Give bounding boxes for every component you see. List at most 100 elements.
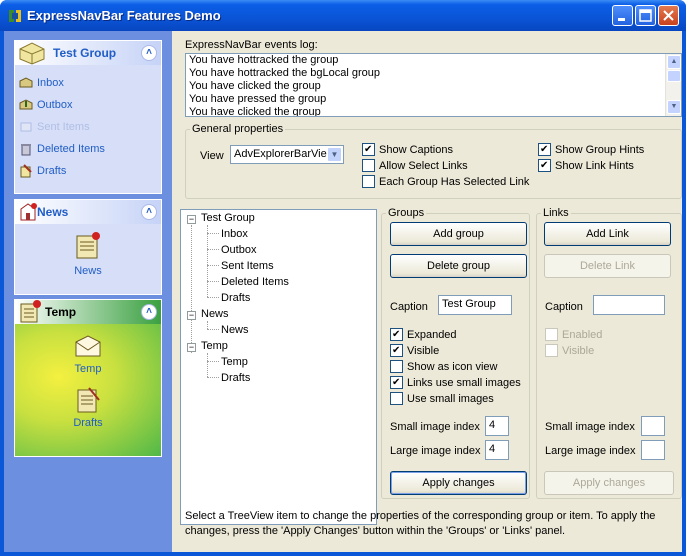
tree-node-temp-item[interactable]: Temp [221, 356, 248, 368]
nav-link-inbox[interactable]: Inbox [19, 75, 64, 91]
nav-link-sent-items: Sent Items [19, 119, 90, 135]
delete-group-button[interactable]: Delete group [390, 254, 527, 278]
apply-link-changes-button[interactable]: Apply changes [544, 471, 674, 495]
show-group-hints-checkbox[interactable]: Show Group Hints [538, 143, 644, 156]
close-icon [663, 10, 674, 21]
tree-node-news-item[interactable]: News [221, 324, 249, 336]
show-captions-checkbox[interactable]: Show Captions [362, 143, 453, 156]
tree-node-news[interactable]: News [201, 308, 229, 320]
client-area: Test Group ˄ Inbox Outbox Sent Items Del… [4, 31, 682, 552]
scroll-down-icon[interactable]: ▼ [667, 100, 681, 114]
nav-link-temp[interactable]: Temp [63, 332, 113, 375]
apply-group-changes-button[interactable]: Apply changes [390, 471, 527, 495]
group-visible-checkbox[interactable]: Visible [390, 344, 439, 357]
link-small-index-label: Small image index [545, 421, 635, 433]
show-link-hints-checkbox[interactable]: Show Link Hints [538, 159, 634, 172]
nav-link-label: Outbox [37, 99, 73, 111]
sent-items-icon [20, 122, 32, 132]
drafts-icon [20, 164, 32, 178]
tree-node-inbox[interactable]: Inbox [221, 228, 248, 240]
log-scrollbar[interactable]: ▲ ▼ [665, 54, 681, 116]
nav-group-body: Temp Drafts [15, 324, 161, 456]
view-label: View [200, 150, 224, 162]
tree-view[interactable]: − Test Group Inbox Outbox Sent Items Del… [180, 209, 377, 525]
expanded-checkbox[interactable]: Expanded [390, 328, 457, 341]
drafts-large-icon [77, 387, 100, 413]
tree-node-drafts[interactable]: Drafts [221, 292, 250, 304]
link-visible-checkbox[interactable]: Visible [545, 344, 594, 357]
scroll-up-icon[interactable]: ▲ [667, 55, 681, 69]
tree-node-sent-items[interactable]: Sent Items [221, 260, 274, 272]
link-enabled-checkbox[interactable]: Enabled [545, 328, 602, 341]
use-small-images-checkbox[interactable]: Use small images [390, 392, 494, 405]
view-select-value: AdvExplorerBarVie [234, 148, 327, 160]
link-caption-label: Caption [545, 301, 583, 313]
nav-link-label: Temp [74, 363, 102, 375]
tree-node-drafts-item[interactable]: Drafts [221, 372, 250, 384]
checkbox-label: Show Link Hints [555, 159, 634, 172]
hint-text: Select a TreeView item to change the pro… [185, 510, 656, 537]
group-caption-label: Caption [390, 301, 428, 313]
each-group-selected-link-checkbox[interactable]: Each Group Has Selected Link [362, 175, 529, 188]
nav-group-body: News [15, 224, 161, 294]
links-small-images-checkbox[interactable]: Links use small images [390, 376, 521, 389]
nav-group-header[interactable]: News ˄ [15, 200, 161, 224]
collapse-icon[interactable]: − [187, 311, 196, 320]
group-large-index-field[interactable]: 4 [485, 440, 509, 460]
group-small-index-field[interactable]: 4 [485, 416, 509, 436]
view-select[interactable]: AdvExplorerBarVie ▼ [230, 145, 344, 164]
nav-link-drafts-large[interactable]: Drafts [63, 386, 113, 429]
checkbox-label: Use small images [407, 392, 494, 405]
nav-link-outbox[interactable]: Outbox [19, 97, 72, 113]
nav-link-news[interactable]: News [63, 230, 113, 277]
collapse-icon[interactable]: − [187, 343, 196, 352]
content-panel: ExpressNavBar events log: You have hottr… [180, 31, 682, 552]
group-caption-field[interactable]: Test Group [438, 295, 512, 315]
add-link-button[interactable]: Add Link [544, 222, 671, 246]
tree-node-deleted-items[interactable]: Deleted Items [221, 276, 289, 288]
log-line: You have clicked the group [189, 106, 321, 117]
general-properties-legend: General properties [192, 123, 284, 135]
checkbox-label: Show Captions [379, 143, 453, 156]
tree-node-test-group[interactable]: Test Group [201, 212, 255, 224]
events-log[interactable]: You have hottracked the group You have h… [185, 53, 682, 117]
link-large-index-label: Large image index [545, 445, 636, 457]
checkbox-label: Expanded [407, 328, 457, 341]
log-line: You have hottracked the bgLocal group [189, 67, 381, 79]
nav-group-header[interactable]: Temp ˄ [15, 300, 161, 324]
add-group-button[interactable]: Add group [390, 222, 527, 246]
link-caption-field[interactable] [593, 295, 665, 315]
collapse-chevron-icon[interactable]: ˄ [141, 204, 157, 220]
chevron-down-icon[interactable]: ▼ [327, 147, 342, 162]
nav-group-header[interactable]: Test Group ˄ [15, 41, 161, 65]
nav-link-deleted-items[interactable]: Deleted Items [19, 141, 105, 157]
tree-node-temp[interactable]: Temp [201, 340, 228, 352]
collapse-chevron-icon[interactable]: ˄ [141, 304, 157, 320]
allow-select-links-checkbox[interactable]: Allow Select Links [362, 159, 468, 172]
minimize-button[interactable] [612, 5, 633, 26]
checkbox-label: Allow Select Links [379, 159, 468, 172]
app-icon [9, 10, 21, 22]
checkbox-label: Each Group Has Selected Link [379, 175, 530, 188]
nav-link-drafts[interactable]: Drafts [19, 163, 66, 179]
icon-view-checkbox[interactable]: Show as icon view [390, 360, 498, 373]
scroll-thumb[interactable] [667, 70, 681, 82]
link-large-index-field[interactable] [641, 440, 665, 460]
maximize-icon [639, 9, 652, 22]
title-bar[interactable]: ExpressNavBar Features Demo [0, 0, 686, 31]
nav-group-body: Inbox Outbox Sent Items Deleted Items Dr… [15, 65, 161, 193]
app-window: ExpressNavBar Features Demo Test Group ˄… [0, 0, 686, 556]
link-small-index-field[interactable] [641, 416, 665, 436]
events-log-label: ExpressNavBar events log: [185, 39, 318, 51]
collapse-icon[interactable]: − [187, 215, 196, 224]
maximize-button[interactable] [635, 5, 656, 26]
log-line: You have clicked the group [189, 80, 321, 92]
collapse-chevron-icon[interactable]: ˄ [141, 45, 157, 61]
nav-link-label: News [74, 265, 102, 277]
checkbox-label: Enabled [562, 328, 603, 341]
inbox-icon [19, 77, 33, 88]
close-button[interactable] [658, 5, 679, 26]
deleted-items-icon [21, 144, 31, 156]
tree-node-outbox[interactable]: Outbox [221, 244, 256, 256]
delete-link-button[interactable]: Delete Link [544, 254, 671, 278]
